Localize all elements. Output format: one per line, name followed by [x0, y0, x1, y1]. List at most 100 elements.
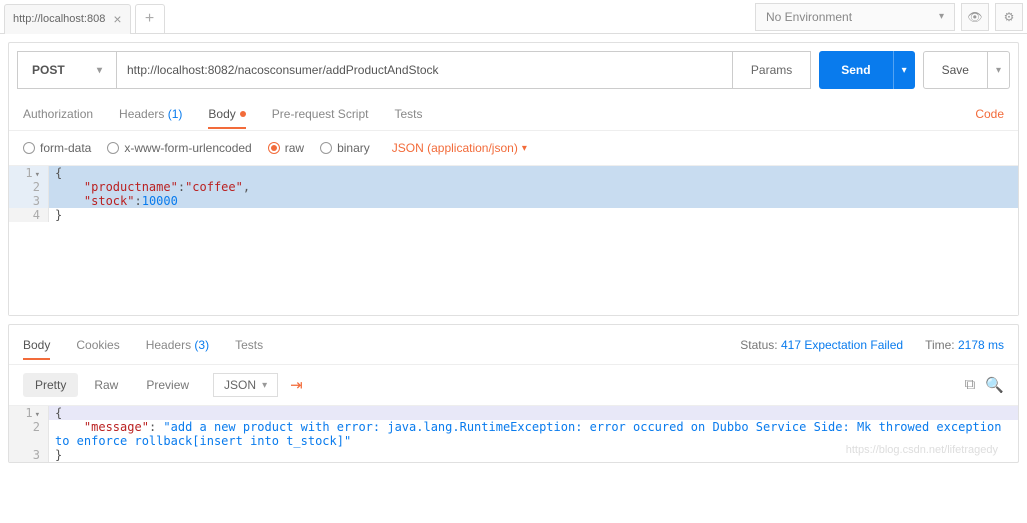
- tab-label: Headers: [146, 338, 191, 352]
- content-type-select[interactable]: JSON (application/json) ▾: [392, 141, 527, 155]
- radio-label: raw: [285, 141, 304, 155]
- radio-binary[interactable]: binary: [320, 141, 370, 155]
- chevron-down-icon: ▾: [97, 65, 102, 76]
- send-label: Send: [841, 63, 870, 77]
- code-line: {: [49, 166, 1018, 180]
- tab-pre-request[interactable]: Pre-request Script: [272, 99, 369, 129]
- chevron-down-icon: ▾: [902, 65, 907, 76]
- status: Status: 417 Expectation Failed: [740, 338, 903, 352]
- line-number: 1▾: [9, 406, 49, 420]
- view-preview[interactable]: Preview: [134, 373, 201, 397]
- view-pretty[interactable]: Pretty: [23, 373, 78, 397]
- tab-authorization[interactable]: Authorization: [23, 99, 93, 129]
- radio-icon: [268, 142, 280, 154]
- tool-label: Preview: [146, 378, 189, 392]
- environment-select[interactable]: No Environment ▾: [755, 3, 955, 31]
- send-dropdown[interactable]: ▾: [893, 51, 915, 89]
- headers-count: (3): [194, 338, 209, 352]
- method-label: POST: [32, 63, 65, 77]
- line-number: 2: [9, 420, 49, 448]
- tab-body[interactable]: Body: [208, 99, 245, 129]
- eye-icon: 👁: [967, 10, 982, 24]
- chevron-down-icon: ▾: [996, 65, 1001, 76]
- resp-tab-body[interactable]: Body: [23, 330, 50, 360]
- request-body-editor[interactable]: 1▾{ 2 "productname":"coffee", 3 "stock":…: [9, 165, 1018, 315]
- time-label: Time:: [925, 338, 955, 352]
- line-number: 1▾: [9, 166, 49, 180]
- request-tab[interactable]: http://localhost:808 ×: [4, 4, 131, 34]
- status-value: 417 Expectation Failed: [781, 338, 903, 352]
- tool-label: Raw: [94, 378, 118, 392]
- environment-label: No Environment: [766, 10, 852, 24]
- line-number: 2: [9, 180, 49, 194]
- url-value: http://localhost:8082/nacosconsumer/addP…: [127, 63, 439, 77]
- resp-tab-tests[interactable]: Tests: [235, 330, 263, 360]
- tab-label: Pre-request Script: [272, 107, 369, 121]
- new-tab-button[interactable]: +: [135, 4, 165, 34]
- code-line: }: [49, 208, 1018, 222]
- copy-icon: ⧉: [965, 376, 976, 393]
- preview-env-button[interactable]: 👁: [961, 3, 989, 31]
- code-link[interactable]: Code: [975, 107, 1004, 121]
- radio-raw[interactable]: raw: [268, 141, 304, 155]
- radio-form-data[interactable]: form-data: [23, 141, 91, 155]
- headers-count: (1): [168, 107, 183, 121]
- watermark: https://blog.csdn.net/lifetragedy: [846, 444, 998, 456]
- chevron-down-icon: ▾: [522, 143, 527, 154]
- save-label: Save: [942, 63, 969, 77]
- chevron-down-icon: ▾: [939, 11, 944, 22]
- params-button[interactable]: Params: [733, 51, 811, 89]
- line-number: 4: [9, 208, 49, 222]
- format-select[interactable]: JSON ▾: [213, 373, 278, 397]
- send-button[interactable]: Send: [819, 51, 892, 89]
- tab-tests[interactable]: Tests: [394, 99, 422, 129]
- code-line: "stock":10000: [49, 194, 1018, 208]
- code-label: Code: [975, 107, 1004, 121]
- tab-headers[interactable]: Headers (1): [119, 99, 182, 129]
- method-select[interactable]: POST ▾: [17, 51, 117, 89]
- radio-icon: [23, 142, 35, 154]
- format-label: JSON: [224, 378, 256, 392]
- tab-label: Tests: [394, 107, 422, 121]
- radio-urlencoded[interactable]: x-www-form-urlencoded: [107, 141, 251, 155]
- line-number: 3: [9, 194, 49, 208]
- radio-icon: [320, 142, 332, 154]
- copy-button[interactable]: ⧉: [965, 376, 976, 394]
- request-tab-label: http://localhost:808: [13, 13, 105, 25]
- search-button[interactable]: 🔍: [985, 376, 1004, 394]
- fold-icon: ▾: [35, 170, 40, 180]
- save-button[interactable]: Save: [923, 51, 988, 89]
- wrap-lines-button[interactable]: ⇥: [290, 376, 303, 394]
- resp-tab-cookies[interactable]: Cookies: [76, 330, 119, 360]
- url-input[interactable]: http://localhost:8082/nacosconsumer/addP…: [117, 51, 733, 89]
- radio-label: x-www-form-urlencoded: [124, 141, 251, 155]
- chevron-down-icon: ▾: [262, 380, 267, 391]
- tab-label: Body: [23, 338, 50, 352]
- radio-label: form-data: [40, 141, 91, 155]
- tab-label: Headers: [119, 107, 164, 121]
- status-label: Status:: [740, 338, 777, 352]
- fold-icon: ▾: [35, 410, 40, 420]
- time-value: 2178 ms: [958, 338, 1004, 352]
- gear-icon: ⚙: [1004, 10, 1015, 24]
- line-number: 3: [9, 448, 49, 462]
- radio-label: binary: [337, 141, 370, 155]
- save-dropdown[interactable]: ▾: [988, 51, 1010, 89]
- view-raw[interactable]: Raw: [82, 373, 130, 397]
- code-line: {: [49, 406, 1018, 420]
- resp-tab-headers[interactable]: Headers (3): [146, 330, 209, 360]
- wrap-icon: ⇥: [290, 377, 303, 394]
- params-label: Params: [751, 63, 792, 77]
- tab-label: Authorization: [23, 107, 93, 121]
- modified-dot-icon: [240, 111, 246, 117]
- time: Time: 2178 ms: [925, 338, 1004, 352]
- radio-icon: [107, 142, 119, 154]
- tab-label: Cookies: [76, 338, 119, 352]
- content-type-label: JSON (application/json): [392, 141, 518, 155]
- tab-label: Body: [208, 107, 235, 121]
- code-line: "productname":"coffee",: [49, 180, 1018, 194]
- search-icon: 🔍: [985, 377, 1004, 394]
- tool-label: Pretty: [35, 378, 66, 392]
- settings-button[interactable]: ⚙: [995, 3, 1023, 31]
- close-icon[interactable]: ×: [113, 11, 121, 27]
